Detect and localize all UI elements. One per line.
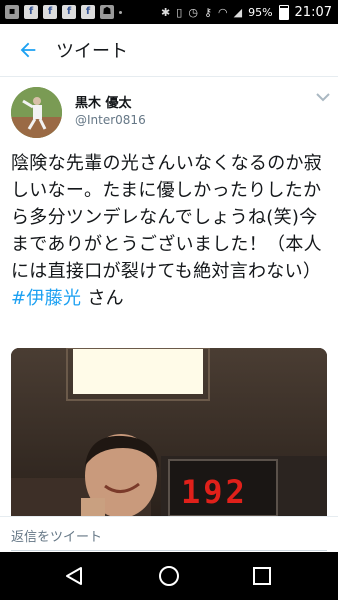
scoreboard-value: 192 <box>181 473 248 511</box>
system-icons: ✱ ▯ ◷ ⚷ ◠ ◢ 95% 21:07 <box>161 4 338 20</box>
app-bar: ツイート <box>0 24 338 77</box>
navigation-bar <box>0 552 338 600</box>
back-button[interactable] <box>0 24 56 76</box>
facebook-icon: f <box>24 5 38 19</box>
facebook-icon: f <box>81 5 95 19</box>
nav-back-icon[interactable] <box>62 564 86 588</box>
back-arrow-icon <box>20 42 36 58</box>
display-name[interactable]: 黒木 優太 <box>75 92 132 111</box>
android-icon: ☗ <box>100 5 114 19</box>
nav-recents-icon[interactable] <box>250 564 274 588</box>
bluetooth-icon: ✱ <box>161 5 171 19</box>
dot-icon <box>119 10 122 14</box>
battery-text: 95% <box>248 5 273 19</box>
reply-input[interactable]: 返信をツイート <box>11 526 102 545</box>
wifi-icon: ◠ <box>218 5 228 19</box>
tweet-body: 陰険な先輩の光さんいなくなるのか寂しいなー。たまに優しかったりしたから多分ツンデ… <box>11 153 323 282</box>
chevron-down-icon[interactable] <box>316 92 330 102</box>
avatar[interactable] <box>11 87 62 138</box>
tweet-photo[interactable]: 192 <box>11 348 327 516</box>
vibrate-icon: ▯ <box>176 5 183 19</box>
user-handle[interactable]: @Inter0816 <box>75 113 146 127</box>
notification-icon: ▪ <box>5 5 19 19</box>
notification-icons: ▪ f f f f ☗ <box>0 5 122 19</box>
battery-icon <box>278 4 289 20</box>
facebook-icon: f <box>62 5 76 19</box>
tweet-header: 黒木 優太 @Inter0816 <box>0 84 338 140</box>
nav-home-icon[interactable] <box>157 564 181 588</box>
tweet-body-tail: さん <box>81 288 124 309</box>
page-title: ツイート <box>56 41 128 62</box>
reply-bar: 返信をツイート <box>0 516 338 553</box>
alarm-icon: ◷ <box>188 5 198 19</box>
facebook-icon: f <box>43 5 57 19</box>
divider <box>11 550 327 551</box>
status-bar: ▪ f f f f ☗ ✱ ▯ ◷ ⚷ ◠ ◢ 95% 21:07 <box>0 0 338 24</box>
tweet-text: 陰険な先輩の光さんいなくなるのか寂しいなー。たまに優しかったりしたから多分ツンデ… <box>11 150 329 312</box>
key-icon: ⚷ <box>203 5 212 19</box>
clock: 21:07 <box>294 4 332 20</box>
hashtag-link[interactable]: #伊藤光 <box>11 288 81 309</box>
signal-icon: ◢ <box>233 5 243 19</box>
